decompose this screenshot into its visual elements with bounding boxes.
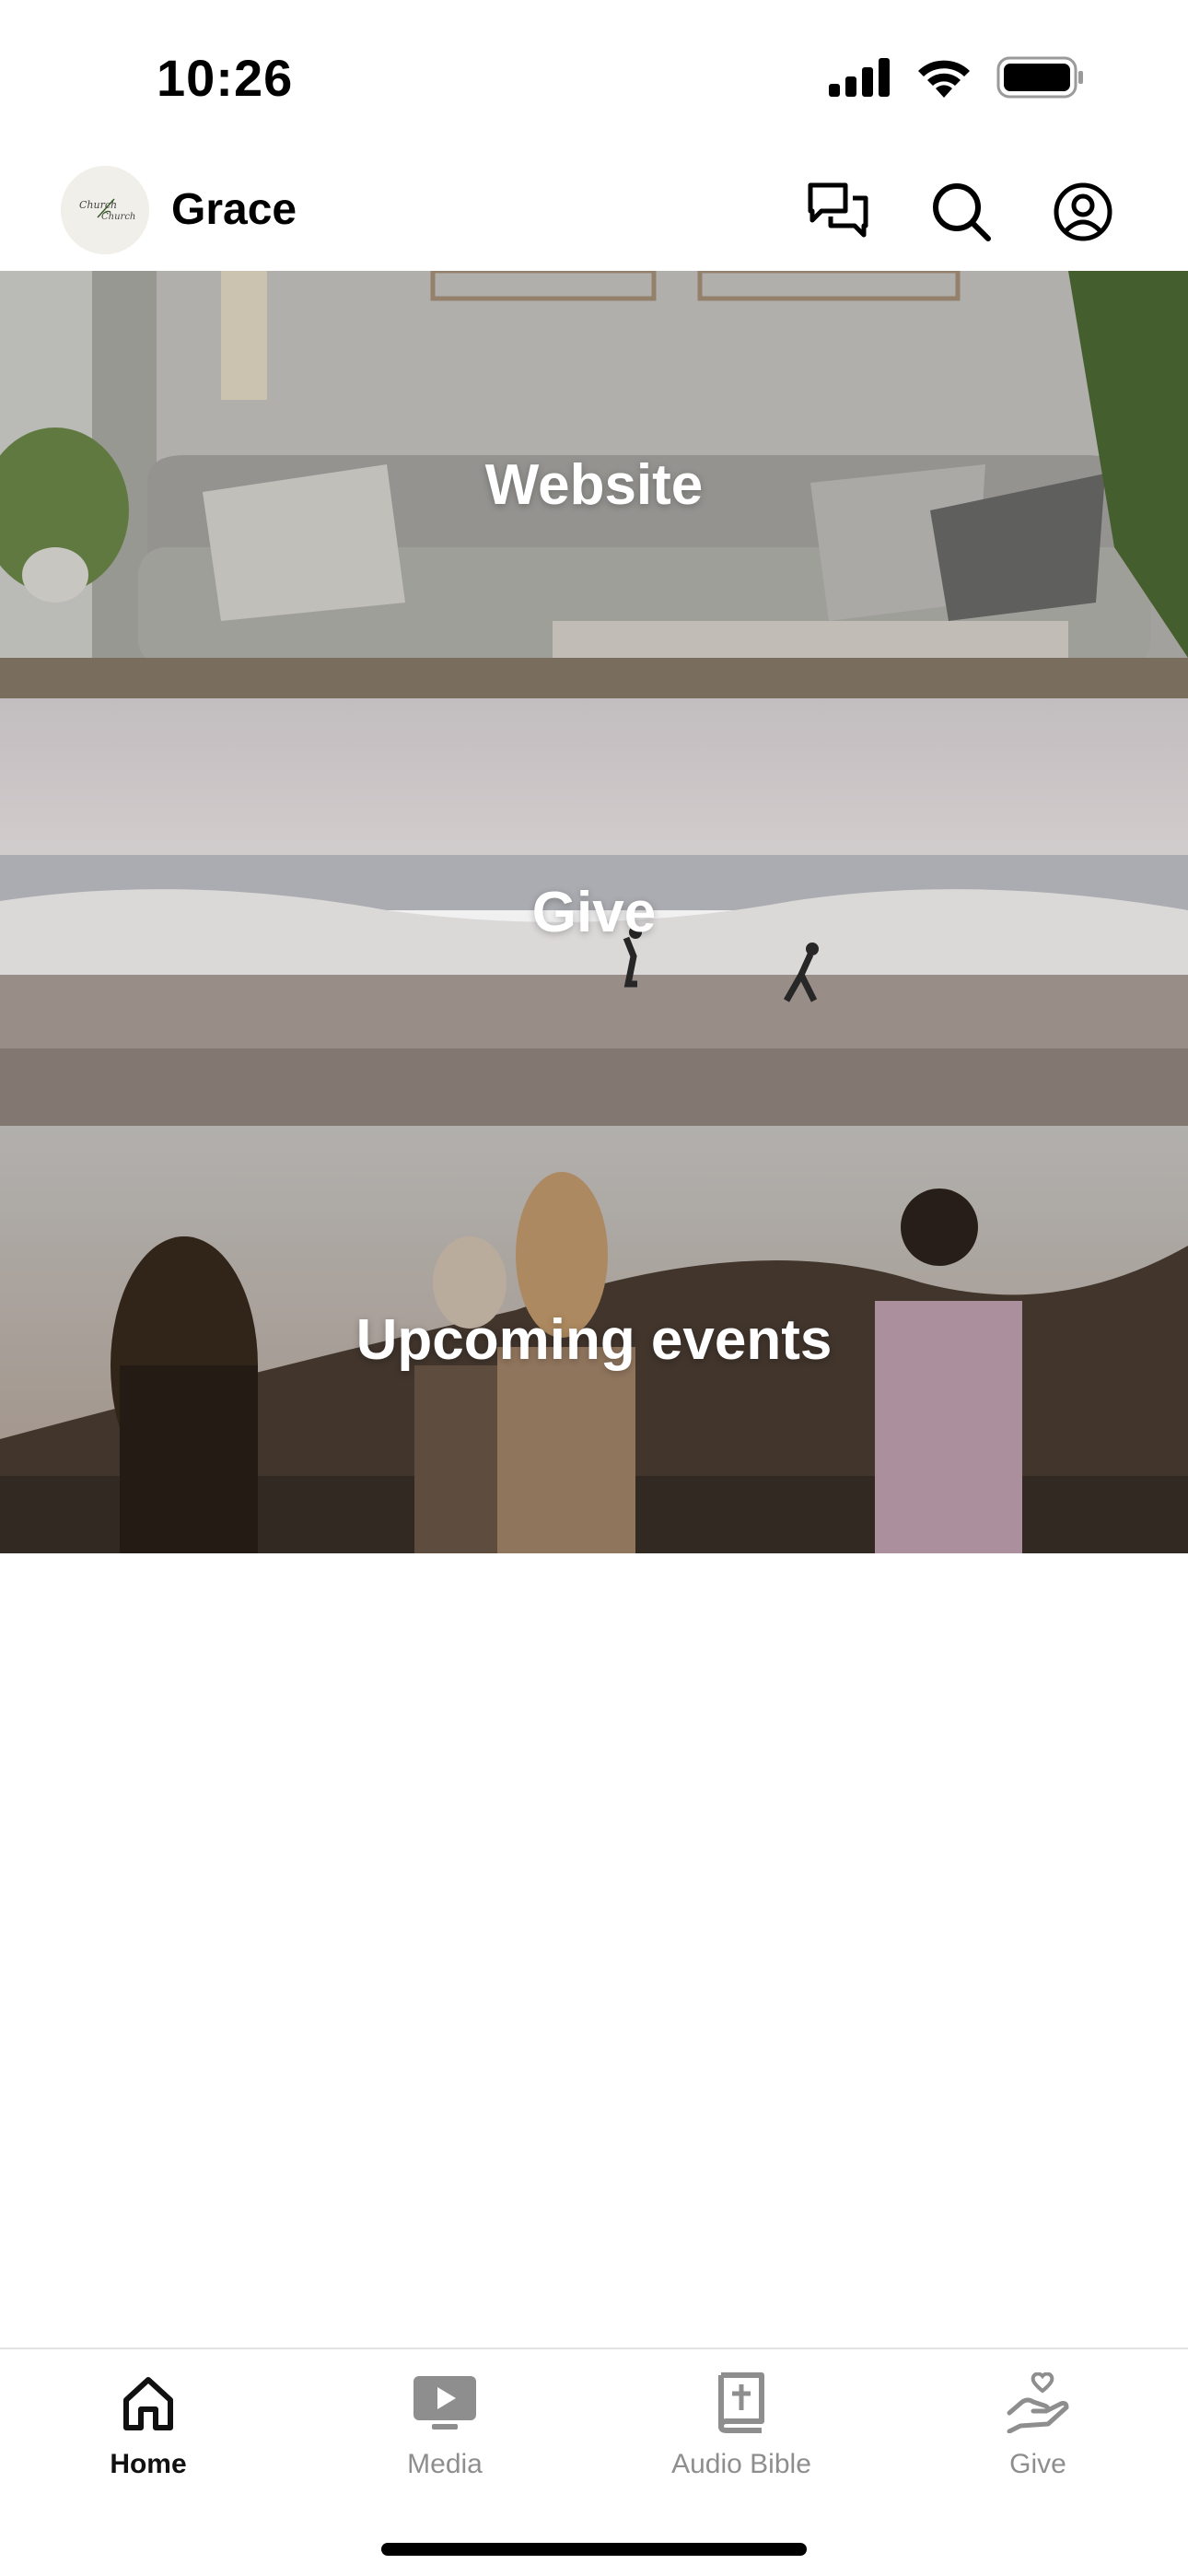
tab-bar: Home Media Audio Bible Give	[0, 2348, 1188, 2576]
wifi-icon	[915, 57, 973, 102]
church-logo-avatar[interactable]: Church Church	[61, 166, 149, 254]
status-time: 10:26	[157, 49, 294, 107]
home-screen: 10:26 Church Church Grace Website Give U…	[0, 0, 1188, 2576]
home-icon	[113, 2368, 183, 2438]
website-tile[interactable]: Website	[0, 271, 1188, 698]
church-logo-icon: Church Church	[61, 166, 149, 254]
give-tile-label: Give	[531, 880, 657, 944]
home-indicator[interactable]	[381, 2543, 807, 2556]
tab-media-label: Media	[407, 2449, 483, 2479]
search-button[interactable]	[926, 177, 996, 247]
tab-audio-bible-label: Audio Bible	[671, 2449, 811, 2479]
tab-home-label: Home	[110, 2449, 187, 2479]
tab-audio-bible[interactable]: Audio Bible	[593, 2368, 890, 2506]
chat-icon	[808, 182, 868, 238]
app-header: Church Church Grace	[0, 157, 1188, 271]
cellular-signal-icon	[829, 57, 891, 101]
svg-text:Church: Church	[101, 212, 135, 222]
website-tile-label: Website	[484, 452, 704, 517]
account-button[interactable]	[1048, 177, 1118, 247]
give-tile[interactable]: Give	[0, 698, 1188, 1126]
account-icon	[1054, 182, 1112, 241]
media-play-icon	[410, 2368, 480, 2438]
status-bar: 10:26	[0, 0, 1188, 157]
tab-give-label: Give	[1009, 2449, 1066, 2479]
tab-give[interactable]: Give	[890, 2368, 1186, 2506]
give-hand-heart-icon	[1003, 2368, 1073, 2438]
battery-icon	[996, 56, 1085, 103]
svg-text:Church: Church	[79, 199, 117, 211]
bible-icon	[706, 2368, 776, 2438]
search-icon	[933, 183, 991, 241]
upcoming-events-tile[interactable]: Upcoming events	[0, 1126, 1188, 1553]
status-icons	[829, 56, 1085, 103]
tab-media[interactable]: Media	[297, 2368, 593, 2506]
messages-button[interactable]	[803, 177, 873, 247]
upcoming-events-tile-label: Upcoming events	[355, 1307, 833, 1372]
app-title: Grace	[171, 185, 297, 234]
tab-home[interactable]: Home	[0, 2368, 297, 2506]
